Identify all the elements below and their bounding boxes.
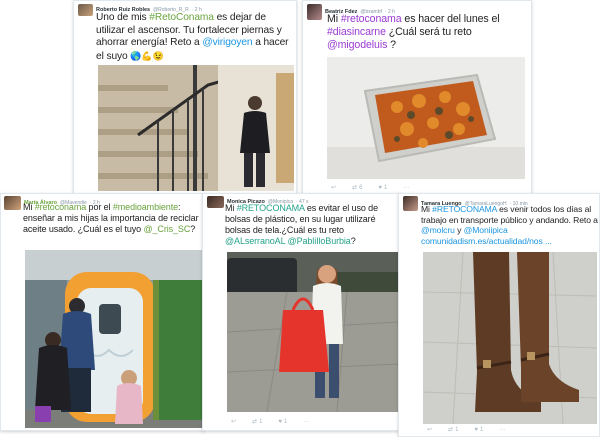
hashtag-link[interactable]: #RetoConama bbox=[149, 12, 214, 23]
retweet-button[interactable]: ⇄ 6 bbox=[352, 184, 363, 192]
like-count: 1 bbox=[283, 418, 288, 425]
text-part: Uno de mis bbox=[96, 12, 150, 23]
tweet-actions: ↩ ⇄ 1 ♥ 1 ··· bbox=[427, 426, 505, 434]
hashtag-link[interactable]: #diasincarne bbox=[327, 26, 386, 38]
text-part: ? bbox=[350, 236, 356, 246]
avatar[interactable] bbox=[403, 196, 418, 211]
like-button[interactable]: ♥ 1 bbox=[278, 418, 287, 425]
text-part: Mi bbox=[327, 13, 341, 25]
retweet-count: 1 bbox=[455, 426, 459, 433]
heart-icon: ♥ bbox=[278, 418, 282, 425]
woman-red-bag-photo[interactable] bbox=[227, 252, 399, 412]
tweet-actions: ↩ ⇄ 6 ♥ 1 ··· bbox=[331, 184, 409, 192]
more-icon[interactable]: ··· bbox=[303, 418, 309, 425]
text-part: es hacer del lunes el bbox=[401, 13, 500, 25]
hashtag-link[interactable]: #medioambiente bbox=[113, 202, 178, 212]
tweet-card[interactable]: Tamara Luengo @TamaraLuengoH · 10 min Mi… bbox=[398, 193, 600, 437]
hashtag-link[interactable]: #RETOCONAMA bbox=[237, 203, 305, 213]
tweet-card[interactable]: Roberto Ruiz Robles @Roberto_R_R · 2 h U… bbox=[73, 0, 297, 198]
like-count: 1 bbox=[383, 184, 388, 191]
tweet-card[interactable]: María Álvaro @Mavendie · 2 h Mi #retocon… bbox=[0, 193, 205, 431]
avatar[interactable] bbox=[78, 4, 93, 16]
tweet-text: Mi #RETOCONAMA es evitar el uso de bolsa… bbox=[225, 203, 401, 247]
man-climbing-stairs-photo[interactable] bbox=[98, 65, 294, 191]
avatar[interactable] bbox=[207, 196, 224, 208]
tweet-text: Mi #retoconama es hacer del lunes el #di… bbox=[327, 13, 531, 52]
heart-icon: ♥ bbox=[378, 184, 382, 191]
tweet-card[interactable]: Monica Picazo @Monipica · 47 s Mi #RETOC… bbox=[202, 193, 402, 431]
retweet-button[interactable]: ⇄ 1 bbox=[448, 426, 459, 434]
tweet-actions: ↩ ⇄ 1 ♥ 1 ··· bbox=[231, 418, 309, 426]
like-button[interactable]: ♥ 1 bbox=[378, 184, 387, 191]
like-button[interactable]: ♥ 1 bbox=[474, 426, 483, 433]
text-part: Mi bbox=[225, 203, 237, 213]
tweet-text: Mi #retoconama por el #medioambiente: en… bbox=[23, 202, 204, 235]
retweet-icon: ⇄ bbox=[448, 427, 454, 433]
tweet-text: Uno de mis #RetoConama es dejar de utili… bbox=[96, 12, 294, 63]
avatar[interactable] bbox=[307, 4, 322, 20]
mention-link[interactable]: @_Cris_SC bbox=[143, 224, 190, 234]
reply-icon[interactable]: ↩ bbox=[427, 426, 432, 433]
heart-icon: ♥ bbox=[474, 426, 478, 433]
more-icon[interactable]: ··· bbox=[499, 426, 505, 433]
mention-link[interactable]: @virigoyen bbox=[202, 37, 252, 48]
recycling-container-photo[interactable] bbox=[25, 250, 203, 428]
avatar[interactable] bbox=[4, 196, 21, 210]
retweet-count: 6 bbox=[359, 184, 363, 191]
mention-link[interactable]: @ALserranoAL bbox=[225, 236, 285, 246]
mention-link[interactable]: @molcru bbox=[421, 225, 455, 235]
vegetable-dish-photo[interactable] bbox=[327, 57, 525, 179]
mention-link[interactable]: @Moniipica bbox=[464, 225, 508, 235]
emoji-icons: 🌎💪😉 bbox=[130, 50, 164, 61]
text-part: ? bbox=[190, 224, 196, 234]
article-link[interactable]: comunidadism.es/actualidad/nos ... bbox=[421, 236, 552, 246]
text-part: Mi bbox=[23, 202, 35, 212]
reply-icon[interactable]: ↩ bbox=[331, 184, 336, 191]
text-part: ¿Cuál será tu reto bbox=[385, 26, 472, 38]
like-count: 1 bbox=[479, 426, 484, 433]
text-part: por el bbox=[86, 202, 113, 212]
text-part: ? bbox=[387, 39, 396, 51]
mention-link[interactable]: @migodeluis bbox=[327, 39, 387, 51]
more-icon[interactable]: ··· bbox=[403, 184, 409, 191]
tweet-text: Mi #RETOCONAMA es venir todos los días a… bbox=[421, 204, 599, 246]
text-part: y bbox=[454, 225, 464, 236]
mention-link[interactable]: @PabliIloBurbia bbox=[288, 236, 351, 246]
tweet-card[interactable]: Beatriz Fdez @bxambf · 2 h Mi #retoconam… bbox=[302, 0, 532, 198]
retweet-icon: ⇄ bbox=[252, 419, 258, 425]
brown-boots-photo[interactable] bbox=[423, 252, 597, 424]
reply-icon[interactable]: ↩ bbox=[231, 418, 236, 425]
retweet-count: 1 bbox=[259, 418, 263, 425]
hashtag-link[interactable]: #RETOCONAMA bbox=[432, 204, 497, 214]
hashtag-link[interactable]: #retoconama bbox=[341, 13, 402, 25]
retweet-button[interactable]: ⇄ 1 bbox=[252, 418, 263, 426]
hashtag-link[interactable]: #retoconama bbox=[35, 202, 87, 212]
text-part: Mi bbox=[421, 204, 433, 214]
retweet-icon: ⇄ bbox=[352, 185, 358, 191]
